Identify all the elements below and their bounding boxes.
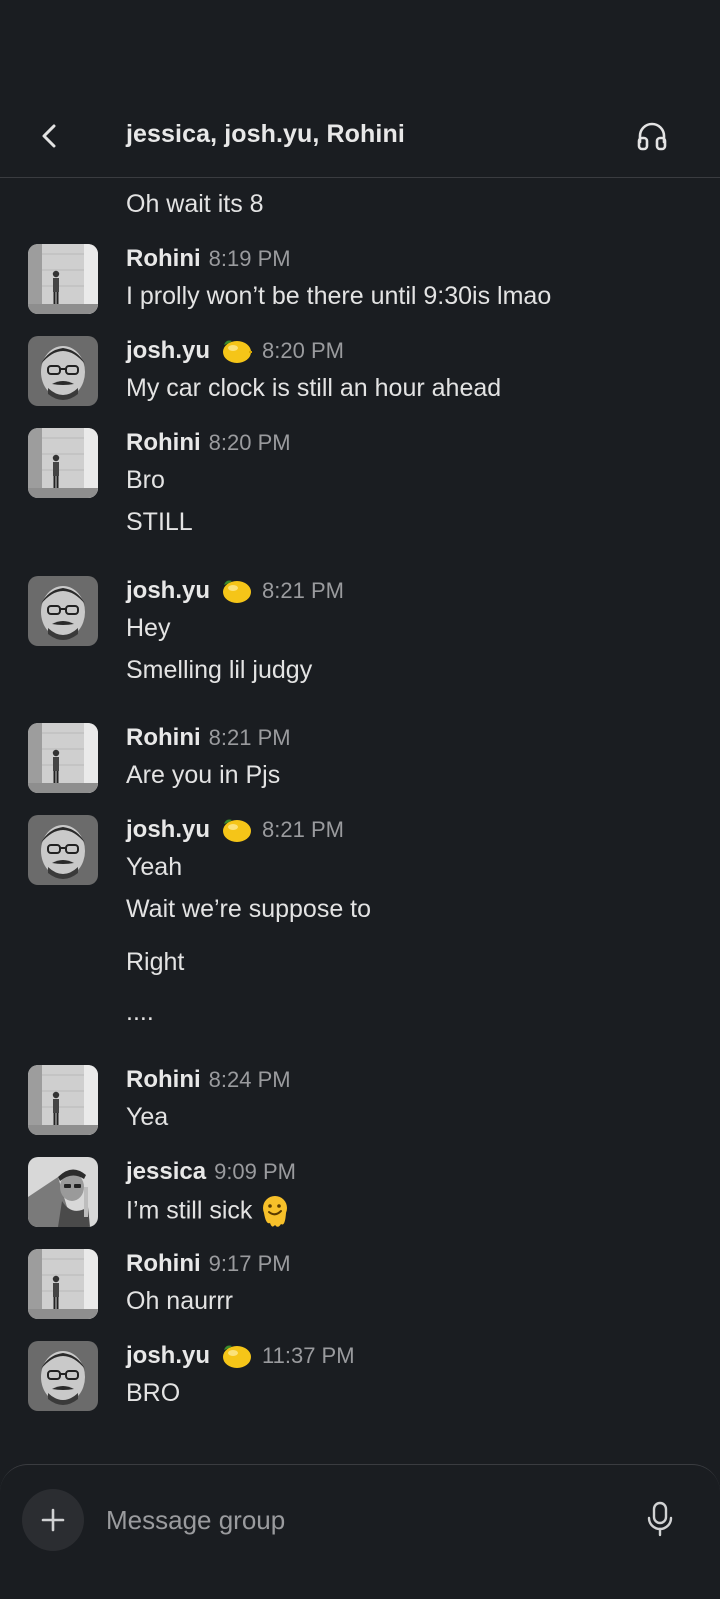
message-text: Oh wait its 8 xyxy=(126,190,264,218)
rohini-avatar-image xyxy=(28,428,98,498)
author-name[interactable]: Rohini xyxy=(126,1250,201,1278)
message-header: Rohini 9:17 PM xyxy=(126,1249,291,1279)
back-button[interactable] xyxy=(30,116,70,156)
author-name[interactable]: josh.yu xyxy=(126,1342,210,1370)
message-header: josh.yu 8:21 PM xyxy=(126,815,344,845)
author-name[interactable]: Rohini xyxy=(126,1066,201,1094)
message-text: Bro xyxy=(126,466,165,494)
message-text: I prolly won’t be there until 9:30is lma… xyxy=(126,282,552,310)
lemon-status-icon xyxy=(223,340,253,363)
message-text: I’m still sick xyxy=(126,1195,290,1229)
avatar-rohini[interactable] xyxy=(28,244,98,314)
author-name[interactable]: Rohini xyxy=(126,429,201,457)
rohini-avatar-image xyxy=(28,1065,98,1135)
message-list[interactable]: Oh wait its 8 Rohini 8:19 PM I prolly wo… xyxy=(0,178,720,1460)
jessica-avatar-image xyxy=(28,1157,98,1227)
message-text: Yeah xyxy=(126,853,183,881)
josh-avatar-image xyxy=(28,336,98,406)
josh-avatar-image xyxy=(28,1341,98,1411)
avatar-josh[interactable] xyxy=(28,1341,98,1411)
lemon-status-icon xyxy=(223,819,252,842)
timestamp: 8:21 PM xyxy=(262,817,344,842)
plus-icon xyxy=(41,1508,65,1532)
timestamp: 9:09 PM xyxy=(214,1159,297,1184)
author-name[interactable]: Rohini xyxy=(126,245,201,273)
channel-header: jessica, josh.yu, Rohini xyxy=(0,94,720,178)
message-text: STILL xyxy=(126,508,193,536)
avatar-rohini[interactable] xyxy=(28,723,98,793)
rohini-avatar-image xyxy=(28,1249,98,1319)
timestamp: 9:17 PM xyxy=(208,1251,291,1276)
message-header: jessica 9:09 PM xyxy=(126,1157,296,1187)
message-text: Hey xyxy=(126,614,171,642)
author-name[interactable]: jessica xyxy=(126,1158,206,1186)
message-input[interactable] xyxy=(104,1499,628,1541)
message-text: Right xyxy=(126,948,185,976)
chevron-left-icon xyxy=(42,124,56,148)
avatar-josh[interactable] xyxy=(28,336,98,406)
timestamp: 8:24 PM xyxy=(208,1067,291,1092)
message-text: Yea xyxy=(126,1103,169,1131)
josh-avatar-image xyxy=(28,576,98,646)
message-header: Rohini 8:20 PM xyxy=(126,428,291,458)
timestamp: 8:20 PM xyxy=(208,430,291,455)
message-text: .... xyxy=(126,998,154,1026)
avatar-josh[interactable] xyxy=(28,576,98,646)
lemon-status-icon xyxy=(223,580,252,603)
message-header: Rohini 8:19 PM xyxy=(126,244,291,274)
message-composer xyxy=(0,1464,720,1599)
message-header: josh.yu 8:21 PM xyxy=(126,576,344,606)
timestamp: 8:19 PM xyxy=(208,246,291,271)
lemon-status-icon xyxy=(223,1345,252,1368)
avatar-rohini[interactable] xyxy=(28,1249,98,1319)
timestamp: 8:20 PM xyxy=(262,338,344,363)
attach-button[interactable] xyxy=(22,1489,84,1551)
message-text: Smelling lil judgy xyxy=(126,656,313,684)
message-header: josh.yu 8:20 PM xyxy=(126,336,344,366)
message-header: josh.yu 11:37 PM xyxy=(126,1341,355,1371)
message-text: My car clock is still an hour ahead xyxy=(126,374,502,402)
message-header: Rohini 8:24 PM xyxy=(126,1065,291,1095)
author-name[interactable]: josh.yu xyxy=(126,816,210,844)
message-text: Wait we’re suppose to xyxy=(126,895,372,923)
voice-record-button[interactable] xyxy=(642,1499,678,1539)
status-bar xyxy=(0,0,720,94)
message-text: BRO xyxy=(126,1379,181,1407)
rohini-avatar-image xyxy=(28,244,98,314)
microphone-icon xyxy=(647,1501,673,1537)
conversation-title[interactable]: jessica, josh.yu, Rohini xyxy=(126,120,405,149)
author-name[interactable]: Rohini xyxy=(126,724,201,752)
timestamp: 8:21 PM xyxy=(208,725,291,750)
josh-avatar-image xyxy=(28,815,98,885)
huddle-button[interactable] xyxy=(632,116,672,156)
author-name[interactable]: josh.yu xyxy=(126,577,210,605)
rohini-avatar-image xyxy=(28,723,98,793)
avatar-rohini[interactable] xyxy=(28,1065,98,1135)
message-text: Are you in Pjs xyxy=(126,761,281,789)
message-header: Rohini 8:21 PM xyxy=(126,723,291,753)
timestamp: 8:21 PM xyxy=(262,578,344,603)
message-text-content: I’m still sick xyxy=(126,1196,253,1225)
avatar-rohini[interactable] xyxy=(28,428,98,498)
timestamp: 11:37 PM xyxy=(262,1343,355,1368)
melting-face-emoji-icon xyxy=(263,1196,288,1227)
avatar-jessica[interactable] xyxy=(28,1157,98,1227)
headphones-icon xyxy=(637,122,667,151)
author-name[interactable]: josh.yu xyxy=(126,337,210,365)
avatar-josh[interactable] xyxy=(28,815,98,885)
message-text: Oh naurrr xyxy=(126,1287,233,1315)
